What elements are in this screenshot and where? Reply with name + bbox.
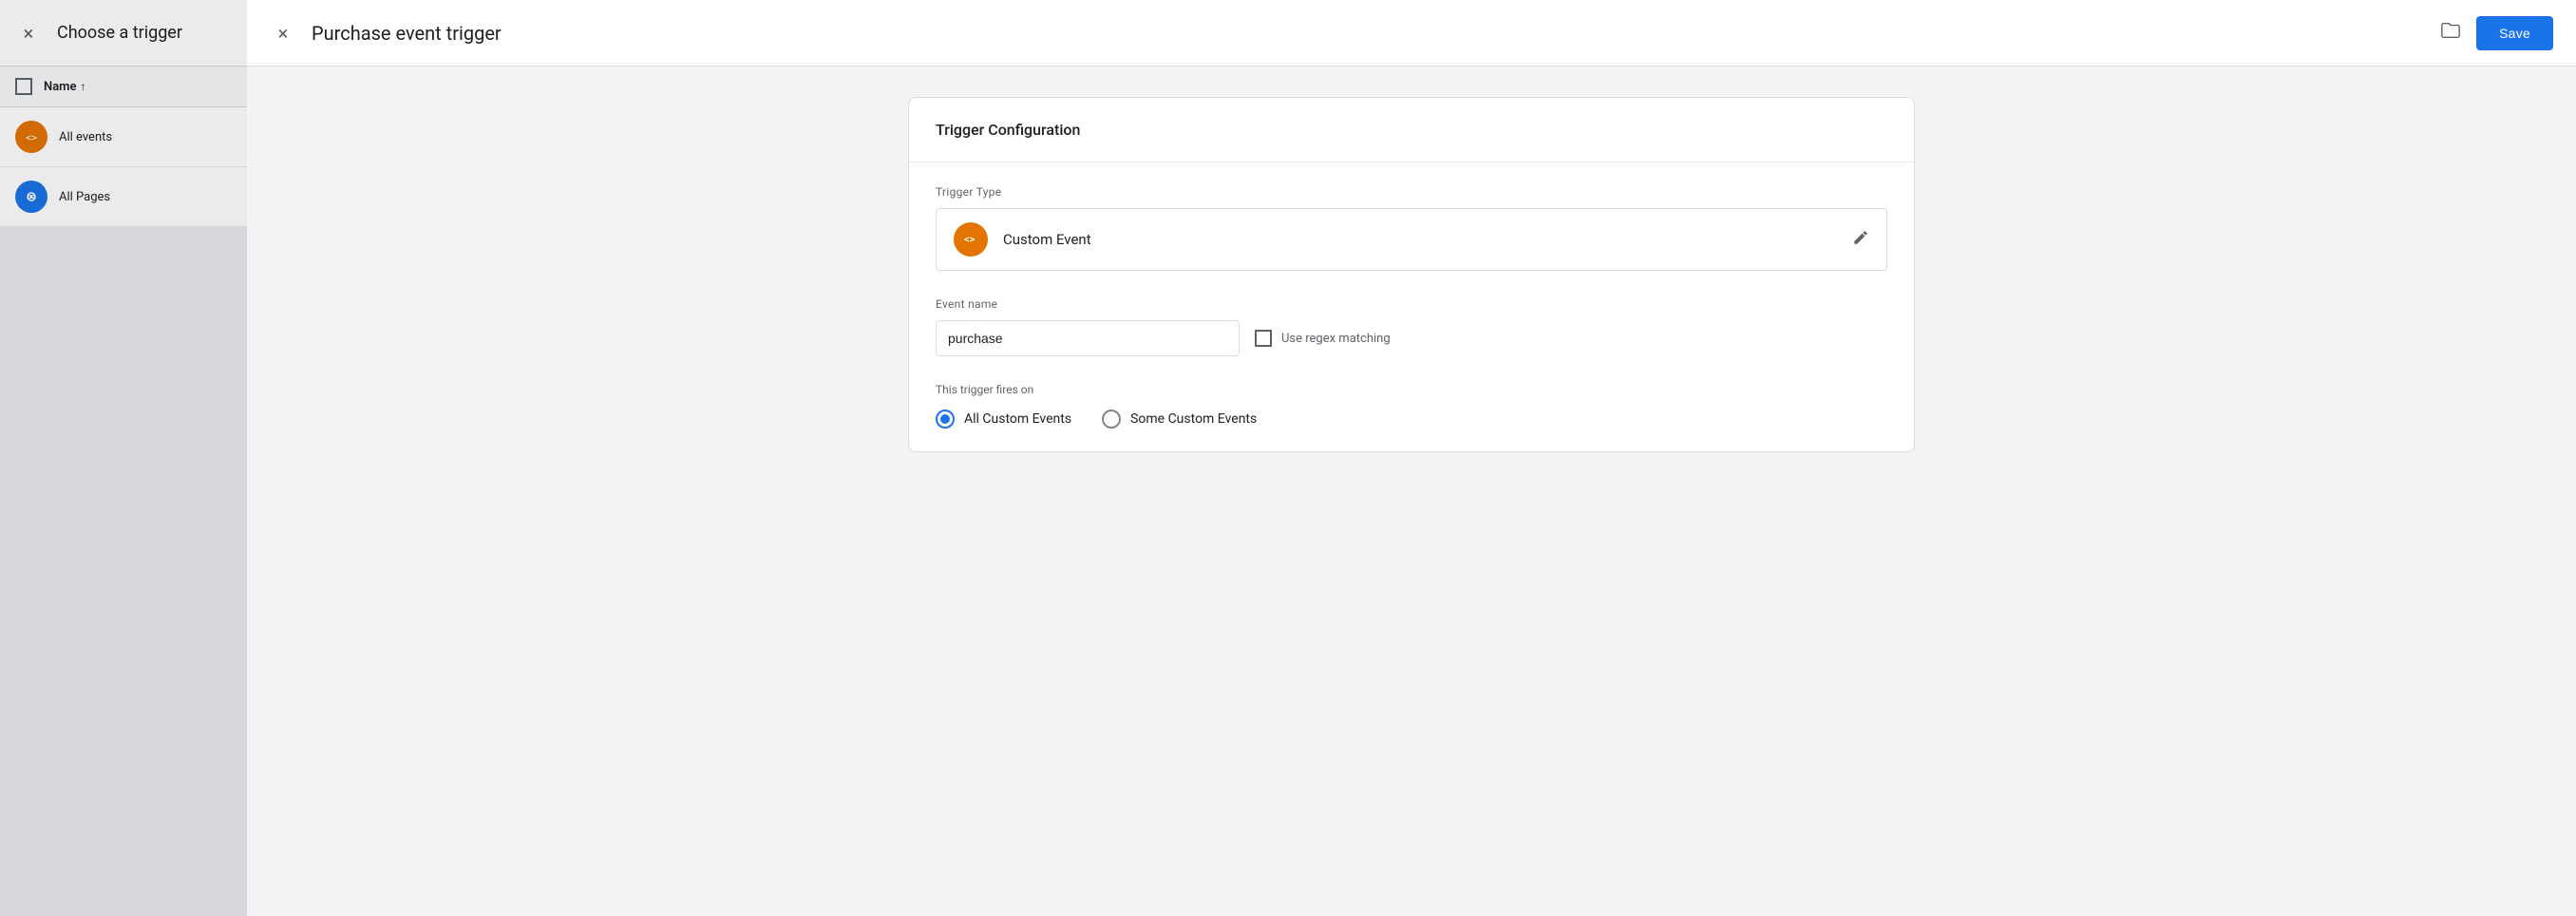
left-header: × Choose a trigger xyxy=(0,0,247,67)
event-name-input[interactable] xyxy=(936,320,1240,356)
svg-text:<>: <> xyxy=(26,133,37,143)
config-card-title: Trigger Configuration xyxy=(936,121,1080,139)
custom-event-icon: <> xyxy=(954,222,988,257)
list-header-checkbox[interactable] xyxy=(15,78,32,95)
left-panel: × Choose a trigger Name↑ <> All events A… xyxy=(0,0,247,916)
right-panel: × Purchase event trigger Save Trigger Co… xyxy=(247,0,2576,916)
trigger-type-selector[interactable]: <> Custom Event xyxy=(936,208,1887,271)
trigger-type-name: Custom Event xyxy=(1003,231,1091,248)
config-card-header: Trigger Configuration xyxy=(909,98,1914,162)
config-card-body: Trigger Type <> Custom Event xyxy=(909,162,1914,451)
event-name-label: Event name xyxy=(936,297,1887,311)
regex-label: Use regex matching xyxy=(1281,332,1391,346)
radio-all-custom-icon xyxy=(936,410,955,429)
radio-some-custom-label: Some Custom Events xyxy=(1130,411,1257,427)
trigger-type-label: Trigger Type xyxy=(936,185,1887,199)
svg-text:<>: <> xyxy=(964,235,975,245)
all-events-icon: <> xyxy=(15,121,47,153)
radio-some-custom-events[interactable]: Some Custom Events xyxy=(1102,410,1257,429)
folder-icon[interactable] xyxy=(2440,20,2461,46)
trigger-type-section: Trigger Type <> Custom Event xyxy=(936,185,1887,271)
all-pages-icon xyxy=(15,181,47,213)
radio-some-custom-icon xyxy=(1102,410,1121,429)
radio-all-custom-events[interactable]: All Custom Events xyxy=(936,410,1071,429)
save-button[interactable]: Save xyxy=(2476,16,2553,50)
radio-group: All Custom Events Some Custom Events xyxy=(936,410,1887,429)
edit-icon[interactable] xyxy=(1852,229,1869,251)
fires-on-section: This trigger fires on All Custom Events xyxy=(936,383,1887,429)
main-content: Trigger Configuration Trigger Type <> xyxy=(247,67,2576,916)
left-panel-title: Choose a trigger xyxy=(57,23,182,43)
list-item[interactable]: All Pages xyxy=(0,167,247,227)
event-name-row: Use regex matching xyxy=(936,320,1887,356)
regex-checkbox[interactable] xyxy=(1255,330,1272,347)
fires-on-label: This trigger fires on xyxy=(936,383,1887,396)
event-name-section: Event name Use regex matching xyxy=(936,297,1887,356)
left-list-header: Name↑ xyxy=(0,67,247,107)
radio-all-custom-label: All Custom Events xyxy=(964,411,1071,427)
all-events-label: All events xyxy=(59,130,112,144)
radio-all-custom-dot xyxy=(940,414,950,424)
config-card: Trigger Configuration Trigger Type <> xyxy=(908,97,1915,452)
all-pages-label: All Pages xyxy=(59,190,110,204)
list-name-column[interactable]: Name↑ xyxy=(44,80,85,94)
right-header: × Purchase event trigger Save xyxy=(247,0,2576,67)
right-close-button[interactable]: × xyxy=(270,20,296,47)
list-item[interactable]: <> All events xyxy=(0,107,247,167)
right-panel-title: Purchase event trigger xyxy=(312,22,2417,45)
sort-arrow-icon: ↑ xyxy=(80,80,85,93)
left-close-button[interactable]: × xyxy=(15,20,42,47)
trigger-type-left: <> Custom Event xyxy=(954,222,1091,257)
regex-row: Use regex matching xyxy=(1255,330,1391,347)
